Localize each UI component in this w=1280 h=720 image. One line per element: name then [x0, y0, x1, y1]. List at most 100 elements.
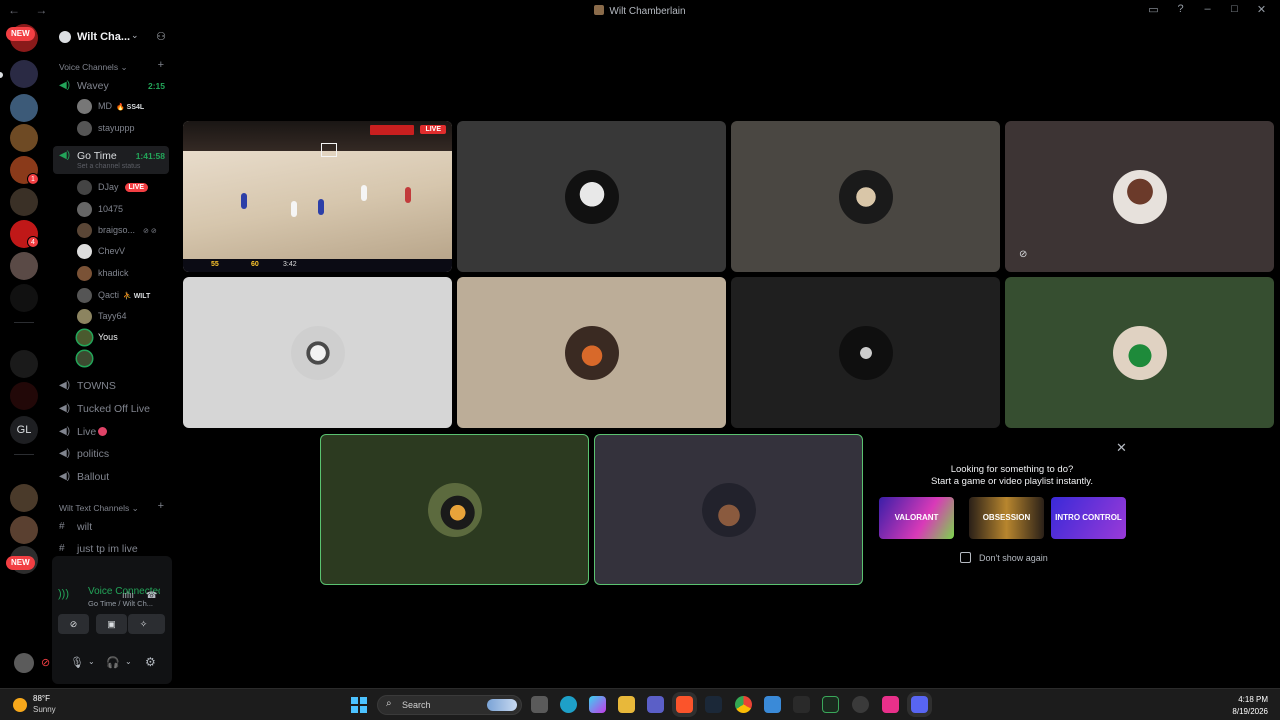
activity-card-valorant[interactable]: VALORANT: [879, 497, 954, 539]
taskbar-search[interactable]: ⌕ Search: [377, 695, 522, 715]
voice-channel-towns[interactable]: ◀) TOWNS: [53, 376, 169, 396]
voice-channel-live[interactable]: ◀) Live: [53, 422, 169, 442]
activity-card-intro-control[interactable]: INTRO CONTROL: [1051, 497, 1126, 539]
voice-user[interactable]: Qacti ⛹ WILT: [77, 287, 171, 305]
settings-gear-icon[interactable]: ⚙: [145, 655, 156, 669]
video-tile[interactable]: [731, 121, 1000, 272]
add-friend-icon[interactable]: ⚇: [156, 30, 166, 43]
soundboard-button[interactable]: ✧: [128, 614, 159, 634]
video-tile[interactable]: [183, 277, 452, 428]
video-tile-speaking[interactable]: [320, 434, 589, 585]
video-tile[interactable]: [457, 121, 726, 272]
voice-channel-wavey[interactable]: ◀) Wavey 2:15: [53, 76, 169, 96]
voice-channel-tucked[interactable]: ◀) Tucked Off Live: [53, 399, 169, 419]
voice-user[interactable]: MD 🔥 SS4L: [77, 98, 171, 116]
headphones-icon[interactable]: 🎧: [106, 656, 120, 669]
voice-user[interactable]: braigso... ⊘ ⊘: [77, 222, 171, 240]
task-view-icon[interactable]: [531, 696, 548, 713]
avatar: [77, 288, 92, 303]
clock-time: 4:18 PM: [1238, 695, 1268, 704]
chrome-icon[interactable]: [735, 696, 752, 713]
add-channel-icon[interactable]: +: [158, 59, 164, 71]
voice-user[interactable]: khadick: [77, 265, 171, 283]
system-clock[interactable]: 4:18 PM 8/19/2026: [1232, 694, 1268, 718]
voice-user[interactable]: [77, 350, 171, 368]
guild-header[interactable]: Wilt Cha... ⌄ ⚇: [48, 22, 176, 52]
voice-channel-gotime[interactable]: ◀) Go Time 1:41:58 Set a channel status: [53, 146, 169, 174]
server-icon[interactable]: [10, 382, 38, 410]
stream-tile[interactable]: LIVE 55 60 3:42: [183, 121, 452, 272]
server-icon[interactable]: [10, 60, 38, 88]
voice-user[interactable]: DJay LIVE: [77, 179, 171, 197]
teams-icon[interactable]: [647, 696, 664, 713]
inbox-icon[interactable]: ▭: [1147, 3, 1160, 16]
avatar: [77, 202, 92, 217]
user-avatar[interactable]: [14, 653, 34, 673]
help-icon[interactable]: ?: [1174, 3, 1187, 16]
video-tile-speaking[interactable]: [594, 434, 863, 585]
maximize-button[interactable]: □: [1228, 3, 1241, 16]
close-button[interactable]: ✕: [1255, 3, 1268, 16]
app-icon[interactable]: [852, 696, 869, 713]
video-tile[interactable]: [1005, 277, 1274, 428]
video-tile[interactable]: ⊘: [1005, 121, 1274, 272]
noise-suppression-icon[interactable]: ıılıı: [122, 590, 134, 600]
photos-icon[interactable]: [764, 696, 781, 713]
chevron-down-icon[interactable]: ⌄: [88, 657, 95, 666]
voice-user[interactable]: 10475: [77, 201, 171, 219]
server-icon[interactable]: [10, 124, 38, 152]
edge-icon[interactable]: [560, 696, 577, 713]
windows-start-icon[interactable]: [351, 697, 367, 713]
camera-off-icon[interactable]: ⊘: [41, 656, 50, 669]
voice-user[interactable]: Tayy64: [77, 308, 171, 326]
server-icon[interactable]: [10, 188, 38, 216]
video-tile[interactable]: [731, 277, 1000, 428]
microphone-icon[interactable]: 🎙: [70, 656, 84, 669]
discord-icon[interactable]: [911, 696, 928, 713]
dont-show-checkbox[interactable]: [960, 552, 971, 563]
channel-status[interactable]: Set a channel status: [77, 163, 140, 170]
server-icon[interactable]: [10, 350, 38, 378]
server-icon[interactable]: [10, 284, 38, 312]
server-icon[interactable]: [10, 94, 38, 122]
server-gl[interactable]: GL: [10, 416, 38, 444]
voice-channel-ballout[interactable]: ◀) Ballout: [53, 467, 169, 487]
participant-avatar: [1112, 169, 1167, 224]
user-name: Qacti: [98, 290, 120, 300]
weather-condition[interactable]: Sunny: [33, 705, 56, 714]
game-score-bar: 55 60 3:42: [183, 259, 452, 272]
category-voice[interactable]: Voice Channels ⌄: [59, 62, 128, 73]
server-icon[interactable]: [10, 484, 38, 512]
voice-location[interactable]: Go Time / Wilt Ch...: [88, 599, 153, 608]
server-icon[interactable]: [10, 516, 38, 544]
clock-date: 8/19/2026: [1232, 707, 1268, 716]
close-icon[interactable]: ✕: [1116, 440, 1127, 456]
voice-channel-politics[interactable]: ◀) politics: [53, 444, 169, 464]
steam-icon[interactable]: [705, 696, 722, 713]
github-icon[interactable]: [793, 696, 810, 713]
xbox-icon[interactable]: [822, 696, 839, 713]
voice-user[interactable]: Yous: [77, 329, 171, 347]
dont-show-label[interactable]: Don't show again: [979, 553, 1048, 563]
screen-share-button[interactable]: ▣: [96, 614, 127, 634]
copilot-icon[interactable]: [589, 696, 606, 713]
game-scoreboard: [370, 125, 414, 135]
brave-icon[interactable]: [676, 696, 693, 713]
chevron-down-icon[interactable]: ⌄: [125, 657, 132, 666]
chevron-down-icon[interactable]: ⌄: [131, 30, 139, 41]
video-tile[interactable]: [457, 277, 726, 428]
server-icon[interactable]: [10, 252, 38, 280]
app-icon[interactable]: [882, 696, 899, 713]
minimize-button[interactable]: –: [1201, 3, 1214, 16]
voice-user[interactable]: stayuppp: [77, 120, 171, 138]
camera-off-button[interactable]: ⊘: [58, 614, 89, 634]
sun-icon[interactable]: [13, 698, 27, 712]
weather-temp[interactable]: 88°F: [33, 694, 50, 703]
file-explorer-icon[interactable]: [618, 696, 635, 713]
disconnect-icon[interactable]: ☎: [146, 590, 157, 601]
voice-user[interactable]: ChevV: [77, 243, 171, 261]
category-text[interactable]: Wilt Text Channels ⌄: [59, 503, 139, 514]
add-channel-icon[interactable]: +: [158, 500, 164, 512]
text-channel-wilt[interactable]: # wilt: [53, 517, 169, 537]
activity-card-obsession[interactable]: OBSESSION: [969, 497, 1044, 539]
